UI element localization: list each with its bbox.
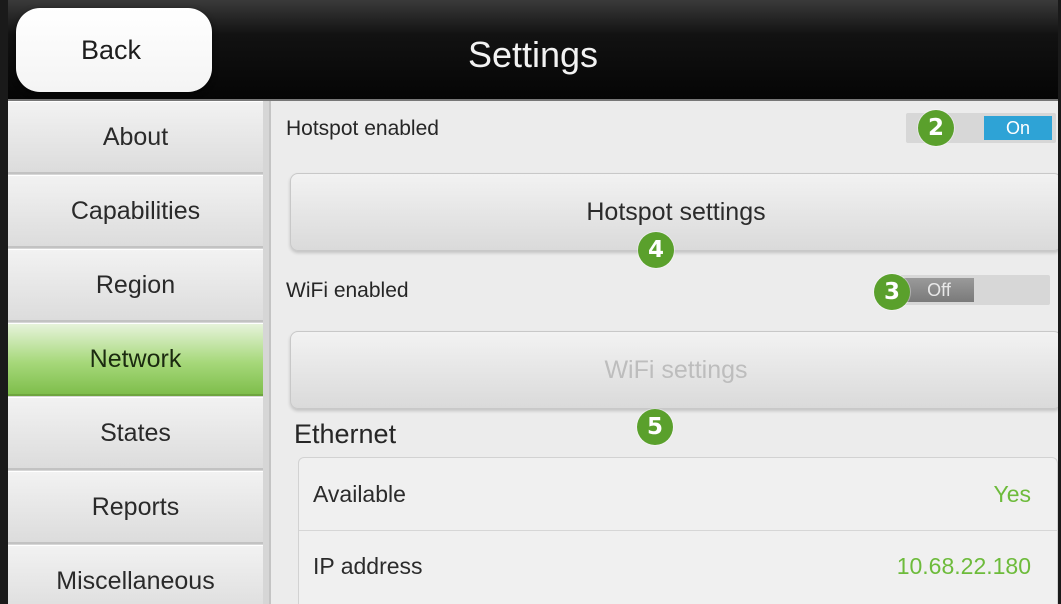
sidebar-item-region[interactable]: Region (8, 249, 263, 322)
sidebar-item-states[interactable]: States (8, 397, 263, 470)
ethernet-section-title: Ethernet (294, 419, 397, 449)
settings-sidebar: About Capabilities Region Network States… (8, 101, 271, 604)
callout-badge-4: 4 (638, 232, 674, 268)
ethernet-ip-value: 10.68.22.180 (896, 553, 1031, 579)
ethernet-row-ip-address: IP address 10.68.22.180 (299, 530, 1057, 602)
callout-badge-5: 5 (637, 409, 673, 445)
ethernet-info-box: Available Yes IP address 10.68.22.180 (298, 457, 1058, 604)
ethernet-available-value: Yes (993, 480, 1031, 507)
wifi-enabled-label: WiFi enabled (286, 279, 409, 302)
hotspot-toggle-state: On (984, 116, 1052, 140)
back-button[interactable]: Back (16, 8, 212, 92)
callout-badge-3: 3 (874, 274, 910, 310)
hotspot-settings-button[interactable]: Hotspot settings (290, 173, 1058, 251)
ethernet-available-label: Available (313, 480, 406, 507)
sidebar-item-capabilities[interactable]: Capabilities (8, 175, 263, 248)
sidebar-item-reports[interactable]: Reports (8, 471, 263, 544)
ethernet-ip-label: IP address (313, 553, 423, 579)
callout-badge-2: 2 (918, 110, 954, 146)
network-panel: Hotspot enabled On Hotspot settings WiFi… (274, 101, 1058, 604)
hotspot-enabled-label: Hotspot enabled (286, 117, 439, 140)
sidebar-item-network[interactable]: Network (8, 323, 263, 396)
page-title: Settings (467, 34, 599, 75)
title-bar: Back Settings (8, 0, 1058, 101)
wifi-settings-button[interactable]: WiFi settings (290, 331, 1058, 409)
wifi-toggle-state: Off (904, 278, 974, 302)
sidebar-item-miscellaneous[interactable]: Miscellaneous (8, 545, 263, 604)
wifi-toggle[interactable]: Off (900, 275, 1050, 305)
ethernet-row-available: Available Yes (299, 458, 1057, 530)
sidebar-item-about[interactable]: About (8, 101, 263, 174)
